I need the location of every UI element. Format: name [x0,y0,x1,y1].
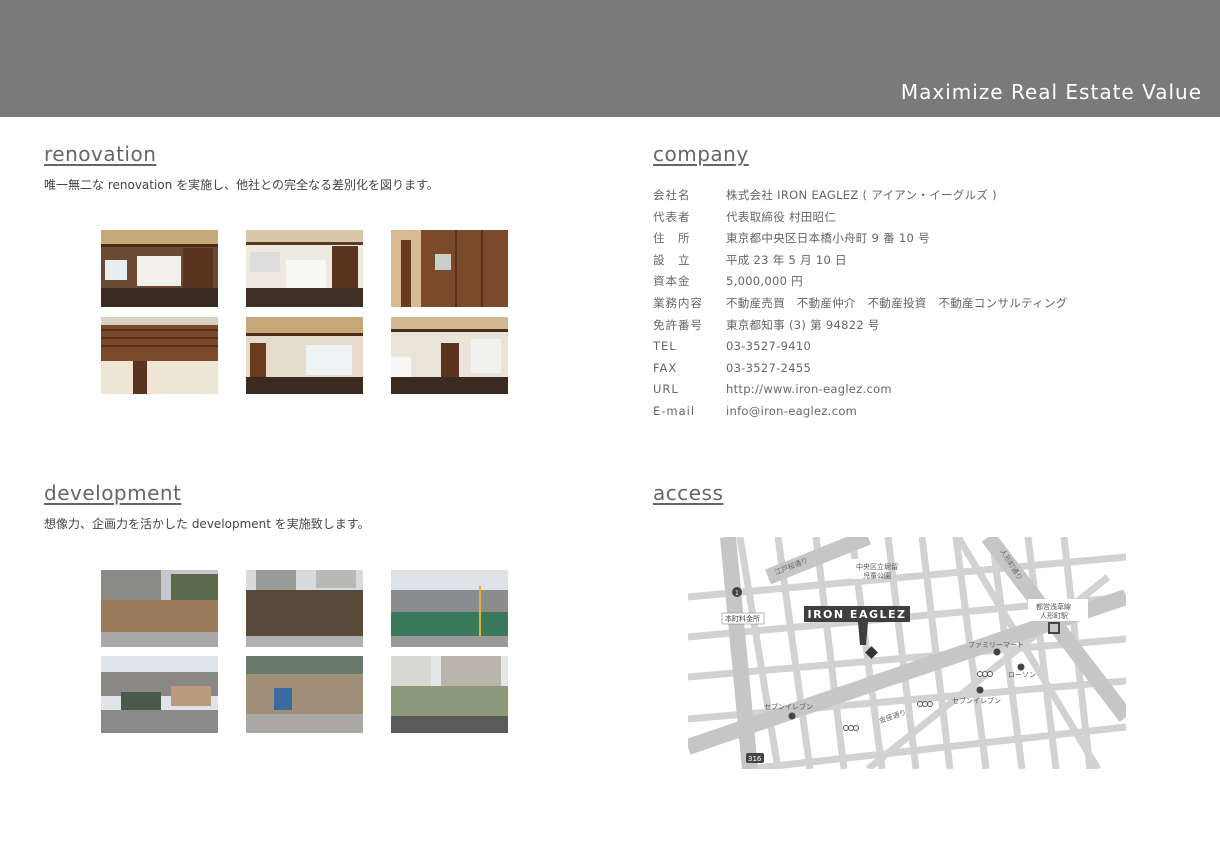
map-label-familymart: ファミリーマート [968,641,1024,649]
development-photo-5 [246,656,363,733]
development-photo-3 [391,570,508,647]
info-label: E-mail [653,403,696,418]
info-label: 免許番号 [653,317,703,332]
map-label-honcho: 本町料金所 [725,614,760,623]
info-value: 03-3527-2455 [726,360,812,375]
email-link[interactable]: info@iron-eaglez.com [726,401,857,423]
renovation-photo-1 [101,230,218,307]
development-photo-4 [101,656,218,733]
info-value: 東京都中央区日本橋小舟町 9 番 10 号 [726,231,930,246]
map-label-park-2: 児童公園 [863,571,891,580]
map-label-route-316: 316 [748,755,762,763]
info-value: 東京都知事 (3) 第 94822 号 [726,317,880,332]
map-label-route-1: 1 [735,590,739,597]
map-label-park-1: 中央区立堀留 [856,562,898,571]
website-link[interactable]: http://www.iron-eaglez.com [726,379,892,401]
access-map: 江戸桜通り 中央区立堀留 児童公園 人形町通り 都営浅草線 人形町駅 本町料金所… [688,537,1126,769]
map-label-station-1: 都営浅草線 [1036,602,1071,611]
map-brand-label: IRON EAGLEZ [807,608,906,621]
renovation-title: renovation [44,142,157,166]
info-label: 業務内容 [653,295,703,310]
access-title: access [653,481,724,505]
renovation-photo-6 [391,317,508,394]
info-label: 会社名 [653,188,691,202]
company-title: company [653,142,749,166]
seven-eleven-icon-1 [976,686,984,694]
map-label-kinza-dori: 金座通り [878,708,907,725]
development-title: development [44,481,182,505]
info-label: 代表者 [653,209,691,224]
familymart-icon [993,648,1001,656]
info-value: 不動産売買 不動産仲介 不動産投資 不動産コンサルティング [726,295,1068,310]
info-value: 株式会社 IRON EAGLEZ ( アイアン・イーグルズ ) [726,188,997,202]
renovation-photo-4 [101,317,218,394]
info-value: 03-3527-9410 [726,339,812,354]
renovation-photo-5 [246,317,363,394]
renovation-description: 唯一無二な renovation を実施し、他社との完全なる差別化を図ります。 [44,178,439,192]
seven-eleven-icon-2 [788,712,796,720]
map-label-seven-2: セブンイレブン [764,702,813,711]
info-label: 住 所 [653,231,691,246]
lawson-icon [1017,663,1025,671]
renovation-photo-3 [391,230,508,307]
info-label: 設 立 [653,252,691,267]
info-value: 平成 23 年 5 月 10 日 [726,252,847,267]
development-photo-2 [246,570,363,647]
renovation-photo-2 [246,230,363,307]
info-label: URL [653,382,679,397]
map-label-station-2: 人形町駅 [1040,612,1068,620]
development-photo-1 [101,570,218,647]
tagline: Maximize Real Estate Value [900,80,1202,104]
info-label: TEL [653,339,677,354]
info-label: 資本金 [653,274,691,289]
info-label: FAX [653,360,678,375]
info-value: 5,000,000 円 [726,274,803,289]
map-label-seven-1: セブンイレブン [952,696,1001,705]
info-value: 代表取締役 村田昭仁 [726,209,837,224]
map-label-lawson: ローソン [1008,671,1036,679]
development-description: 想像力、企画力を活かした development を実施致します。 [44,517,370,531]
development-photo-6 [391,656,508,733]
